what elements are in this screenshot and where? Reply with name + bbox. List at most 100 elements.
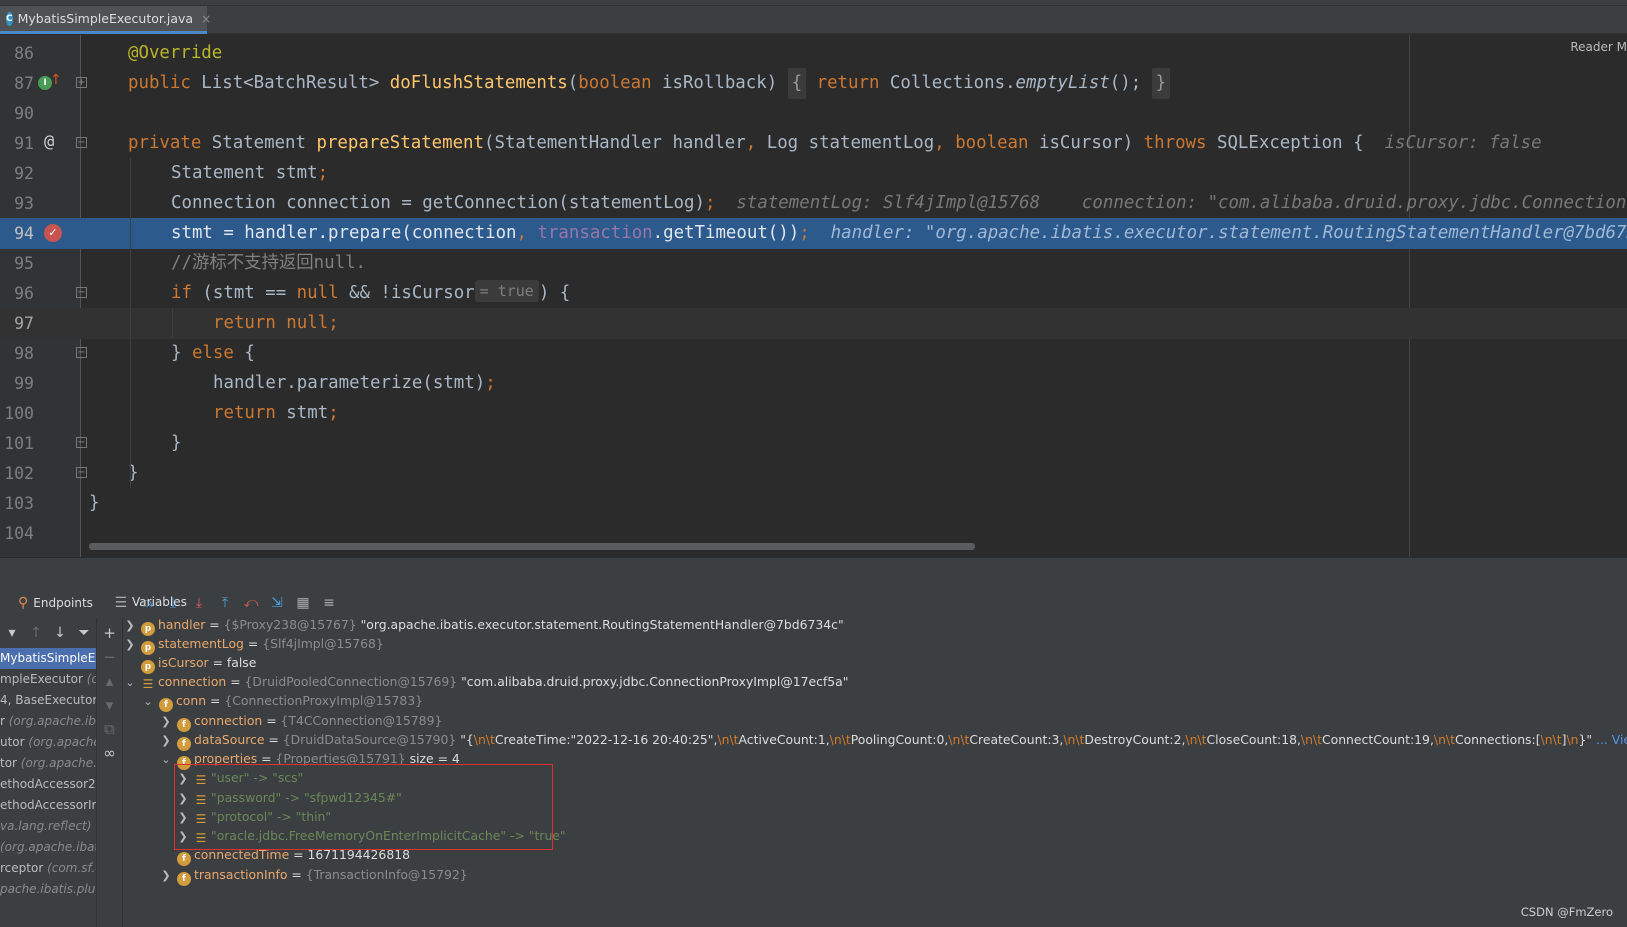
field-icon: f [159,698,173,712]
code-line: 101 − } [0,428,1627,459]
folded-region[interactable]: } [1151,68,1171,99]
frame-item[interactable]: tor (org.apache.i [0,753,96,774]
frames-panel: ▾ ↑ ↓ ⏷ MybatisSimpleExe mpleExecutor (c… [0,618,97,927]
line-number: 96 [14,284,34,303]
frame-item[interactable]: pache.ibatis.plug [0,879,96,900]
java-class-icon: C [6,11,13,26]
line-comment: //游标不支持返回null. [171,253,367,273]
filter-icon[interactable]: ⏷ [72,625,96,641]
line-number: 100 [4,404,34,423]
editor-tab-bar: C MybatisSimpleExecutor.java × [0,6,1627,34]
thread-dropdown[interactable]: ▾ [0,625,24,641]
code-line: 90 [0,98,1627,129]
chevron-right-icon[interactable]: ❯ [123,616,137,636]
remove-watch-icon[interactable]: − [97,645,122,669]
code-line: 86 @Override [0,38,1627,69]
inline-debug-value: statementLog: Slf4jImpl@15768 connection… [736,193,1627,213]
move-down-icon[interactable]: ▾ [97,693,122,717]
code-line: 93 Connection connection = getConnection… [0,188,1627,219]
chevron-down-icon[interactable]: ⌄ [123,673,137,693]
variable-row-conn-connection[interactable]: ❯ f connection = {T4CConnection@15789} [159,711,442,732]
chevron-down-icon[interactable]: ⌄ [141,692,155,712]
close-icon[interactable]: × [201,12,211,26]
field-icon: f [177,872,191,886]
chevron-right-icon[interactable]: ❯ [159,866,173,886]
line-code: } else { [171,343,255,363]
fold-collapse-icon[interactable]: − [76,287,87,298]
code-line: 95 //游标不支持返回null. [0,248,1627,279]
move-up-icon[interactable]: ▴ [97,669,122,693]
line-number: 101 [4,434,34,453]
arrow-up-icon: ↑ [50,72,62,88]
variable-row-handler[interactable]: ❯ p handler = {$Proxy238@15767} "org.apach… [123,615,844,636]
line-number: 91 [14,134,34,153]
folded-region[interactable]: { [787,68,807,99]
annotation-at-icon[interactable]: @ [44,132,54,152]
line-number: 94 [0,218,34,249]
arrow-up-icon[interactable]: ↑ [24,625,48,641]
breakpoint-icon[interactable]: ✓ [44,224,62,242]
frame-item[interactable]: utor (org.apache [0,732,96,753]
show-watches-icon[interactable]: ∞ [97,741,122,765]
fold-end-icon[interactable]: − [76,467,87,478]
chevron-right-icon[interactable]: ❯ [159,731,173,751]
variables-header: Variables [132,595,187,609]
inline-value-hint: = true [474,280,539,302]
tab-mybatis-simple-executor[interactable]: C MybatisSimpleExecutor.java × [0,6,211,34]
variable-row-connection[interactable]: ⌄ ☰ connection = {DruidPooledConnection@15… [123,672,848,692]
frame-item[interactable]: mpleExecutor (co [0,669,96,690]
endpoints-tab[interactable]: ⚲ Endpoints [18,595,93,611]
fold-end-icon[interactable]: − [76,437,87,448]
line-number: 104 [4,524,34,543]
variable-row-statementlog[interactable]: ❯ p statementLog = {Slf4jImpl@15768} [123,634,384,655]
frame-item[interactable]: ethodAccessor24 [0,774,96,795]
line-code: return stmt; [213,403,339,423]
execution-point-line: 94 ✓ stmt = handler.prepare(connection, … [0,218,1627,249]
line-code: public List<BatchResult> doFlushStatemen… [128,68,1171,99]
fold-expand-icon[interactable]: + [76,77,87,88]
chevron-down-icon[interactable]: ⌄ [159,750,173,770]
add-watch-icon[interactable]: + [97,621,122,645]
line-number: 87 [14,74,34,93]
variable-row-iscursor[interactable]: p isCursor = false [123,653,256,674]
line-code: stmt = handler.prepare(connection, trans… [171,218,1627,249]
arrow-down-icon[interactable]: ↓ [48,625,72,641]
line-code: Connection connection = getConnection(st… [171,188,1627,219]
code-line: 103 } [0,488,1627,519]
chevron-right-icon[interactable]: ❯ [123,635,137,655]
code-line: 96 − if (stmt == null && !isCursor = true… [0,278,1627,309]
variable-row-conn[interactable]: ⌄ f conn = {ConnectionProxyImpl@15783} [141,691,423,712]
chevron-right-icon[interactable]: ❯ [159,712,173,732]
frame-item[interactable]: ethodAccessorIm [0,795,96,816]
indent-guide [130,158,131,488]
line-number: 90 [14,104,34,123]
line-code: return null; [213,313,339,333]
line-number: 98 [14,344,34,363]
variable-row-transactioninfo[interactable]: ❯ f transactionInfo = {TransactionInfo@157… [159,865,468,886]
line-code: Statement stmt; [171,163,329,183]
frame-item[interactable]: va.lang.reflect) [0,816,96,837]
line-code: } [171,433,182,453]
horizontal-scrollbar[interactable] [89,543,975,550]
copy-icon[interactable]: ⧉ [97,717,122,741]
fold-collapse-icon[interactable]: − [76,137,87,148]
variable-row-datasource[interactable]: ❯ f dataSource = {DruidDataSource@15790} "… [159,730,1627,751]
code-line: 100 return stmt; [0,398,1627,429]
inline-debug-value: handler: "org.apache.ibatis.executor.sta… [830,223,1627,243]
line-number: 86 [14,44,34,63]
frame-item[interactable]: 4, BaseExecutor ( [0,690,96,711]
code-line: 92 Statement stmt; [0,158,1627,189]
inline-debug-value: isCursor: false [1384,133,1542,153]
code-editor[interactable]: Reader M 86 @Override 87 I ↑ + public Li… [0,35,1627,557]
annotation-highlight-box [174,764,553,850]
watermark: CSDN @FmZero [1520,905,1613,919]
frame-item[interactable]: (org.apache.ibat [0,837,96,858]
line-number: 93 [14,194,34,213]
frame-item[interactable]: r (org.apache.iba [0,711,96,732]
frame-item[interactable]: rceptor (com.sf.c [0,858,96,879]
view-link[interactable]: ... View [1592,732,1627,747]
line-code: } [89,493,100,513]
frame-item[interactable]: MybatisSimpleExe [0,648,96,669]
code-line: 87 I ↑ + public List<BatchResult> doFlus… [0,68,1627,99]
fold-end-icon[interactable]: − [76,347,87,358]
